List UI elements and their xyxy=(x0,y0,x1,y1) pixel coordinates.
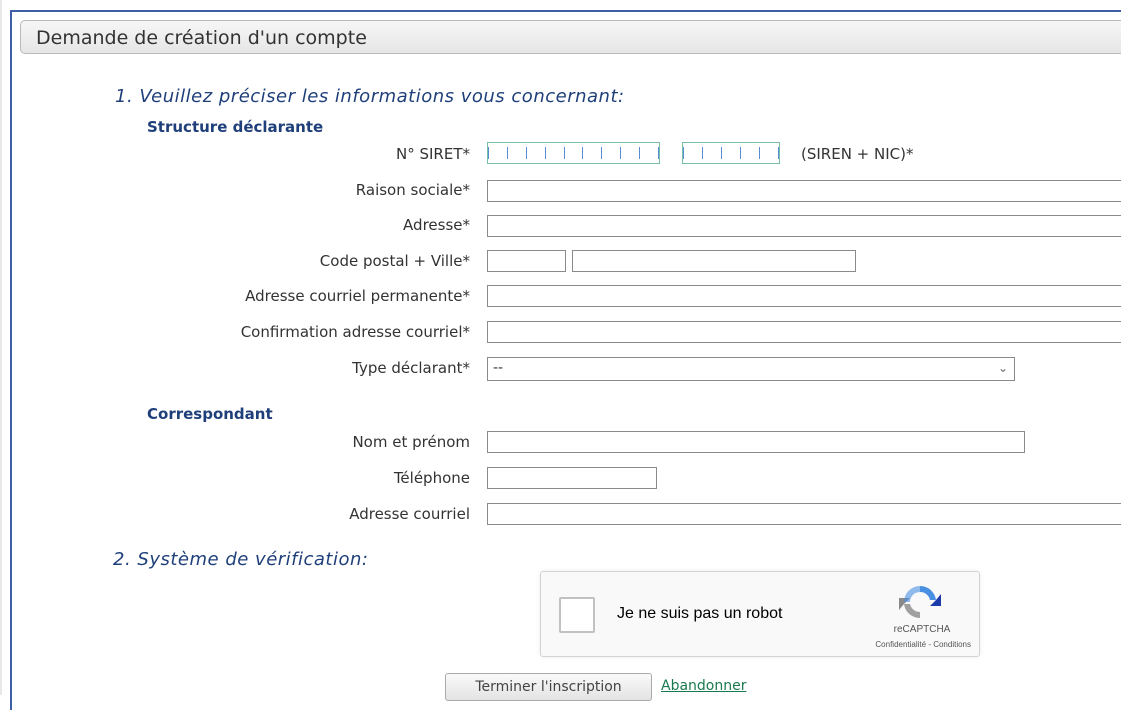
type-declarant-label: Type déclarant* xyxy=(352,359,470,377)
code-postal-input[interactable] xyxy=(487,250,566,272)
nom-prenom-input[interactable] xyxy=(487,431,1025,453)
adresse-input[interactable] xyxy=(487,215,1121,237)
siren-digit xyxy=(546,147,565,159)
siren-digit xyxy=(602,147,622,159)
section-2-title: 2. Système de vérification: xyxy=(113,549,369,570)
courriel-input[interactable] xyxy=(487,285,1121,307)
recaptcha-label: Je ne suis pas un robot xyxy=(617,605,783,622)
siren-digit xyxy=(583,147,603,159)
finish-registration-button[interactable]: Terminer l'inscription xyxy=(445,673,652,701)
confirmation-label: Confirmation adresse courriel* xyxy=(240,323,470,341)
cp-ville-label: Code postal + Ville* xyxy=(319,252,470,270)
siren-digit xyxy=(640,147,660,159)
type-declarant-value: -- xyxy=(493,360,504,376)
nic-input[interactable] xyxy=(682,142,780,164)
recaptcha-brand: reCAPTCHA xyxy=(893,624,951,635)
telephone-input[interactable] xyxy=(487,467,657,489)
type-declarant-select[interactable]: -- ⌄ xyxy=(487,357,1015,381)
left-edge xyxy=(0,0,2,695)
nic-digit xyxy=(760,147,779,159)
structure-heading: Structure déclarante xyxy=(147,118,324,136)
page-title: Demande de création d'un compte xyxy=(36,27,367,49)
telephone-label: Téléphone xyxy=(393,469,470,487)
nic-digit xyxy=(741,147,760,159)
nom-prenom-label: Nom et prénom xyxy=(352,433,470,451)
adresse-label: Adresse* xyxy=(403,216,470,234)
correspondant-heading: Correspondant xyxy=(147,405,273,423)
correspondant-courriel-input[interactable] xyxy=(487,503,1121,525)
recaptcha-links[interactable]: Confidentialité - Conditions xyxy=(821,640,971,649)
siren-digit xyxy=(565,147,584,159)
courriel-label: Adresse courriel permanente* xyxy=(245,287,470,305)
siren-digit xyxy=(527,147,546,159)
recaptcha-widget: Je ne suis pas un robot reCAPTCHA Confid… xyxy=(540,571,980,657)
nic-digit xyxy=(703,147,722,159)
section-1-title: 1. Veuillez préciser les informations vo… xyxy=(115,86,625,107)
siren-digit xyxy=(488,147,508,159)
siret-hint: (SIREN + NIC)* xyxy=(801,145,914,163)
recaptcha-checkbox[interactable] xyxy=(559,597,595,633)
raison-sociale-input[interactable] xyxy=(487,180,1121,202)
confirmation-input[interactable] xyxy=(487,321,1121,343)
ville-input[interactable] xyxy=(572,250,856,272)
nic-digit xyxy=(722,147,741,159)
siren-digit xyxy=(621,147,641,159)
correspondant-courriel-label: Adresse courriel xyxy=(349,505,470,523)
siren-input[interactable] xyxy=(487,142,660,164)
abandon-link[interactable]: Abandonner xyxy=(661,678,746,694)
chevron-down-icon: ⌄ xyxy=(997,361,1008,375)
siren-digit xyxy=(508,147,527,159)
siret-label: N° SIRET* xyxy=(396,145,470,163)
recaptcha-logo-icon xyxy=(899,585,941,619)
raison-sociale-label: Raison sociale* xyxy=(355,181,470,199)
nic-digit xyxy=(683,147,703,159)
